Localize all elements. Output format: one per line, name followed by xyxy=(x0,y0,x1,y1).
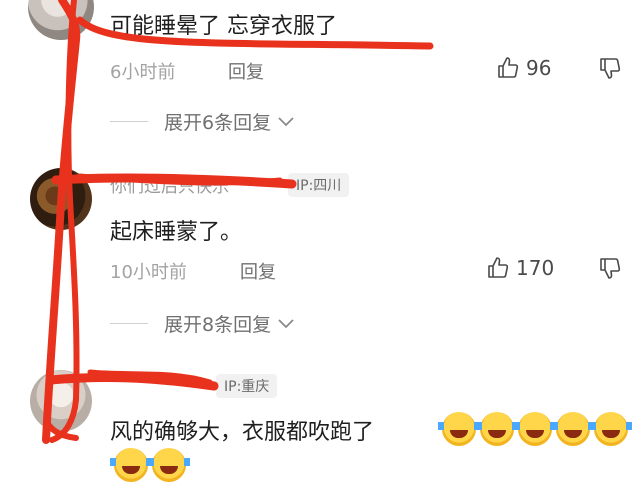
rolling-laugh-emoji xyxy=(438,412,480,446)
rolling-laugh-emoji xyxy=(552,412,594,446)
like-button[interactable]: 170 xyxy=(486,256,554,280)
username[interactable]: 你们过后只快乐 xyxy=(110,172,229,197)
reply-button[interactable]: 回复 xyxy=(228,58,264,84)
avatar[interactable] xyxy=(30,168,92,230)
ip-badge: IP:重庆 xyxy=(216,374,278,398)
thumb-up-icon xyxy=(496,56,520,80)
divider xyxy=(110,323,148,324)
thumb-down-icon xyxy=(598,256,622,280)
like-count: 170 xyxy=(516,256,555,280)
rolling-laugh-emoji xyxy=(148,448,190,482)
rolling-laugh-emoji xyxy=(514,412,556,446)
thumb-up-icon xyxy=(486,256,510,280)
dislike-button[interactable] xyxy=(598,256,622,280)
reply-button[interactable]: 回复 xyxy=(240,258,276,284)
like-button[interactable]: 96 xyxy=(496,56,551,80)
comment-time: 6小时前 xyxy=(110,62,176,83)
chevron-down-icon xyxy=(277,111,295,133)
emoji-row xyxy=(438,412,632,446)
divider xyxy=(110,121,148,122)
emoji-row xyxy=(110,448,190,482)
like-count: 96 xyxy=(526,56,552,80)
expand-label: 展开8条回复 xyxy=(164,314,272,336)
rolling-laugh-emoji xyxy=(476,412,518,446)
avatar[interactable] xyxy=(30,370,92,432)
expand-replies-button[interactable]: 展开6条回复 xyxy=(110,108,295,135)
thumb-down-icon xyxy=(598,56,622,80)
ip-badge: IP:四川 xyxy=(288,173,350,197)
dislike-button[interactable] xyxy=(598,56,622,80)
chevron-down-icon xyxy=(277,313,295,335)
rolling-laugh-emoji xyxy=(590,412,632,446)
comment-text: 可能睡晕了 忘穿衣服了 xyxy=(110,14,337,39)
avatar[interactable] xyxy=(28,0,94,40)
rolling-laugh-emoji xyxy=(110,448,152,482)
comment-time: 10小时前 xyxy=(110,262,187,283)
comment-text: 风的确够大，衣服都吹跑了 xyxy=(110,420,375,445)
comment-text: 起床睡蒙了。 xyxy=(110,220,243,245)
expand-label: 展开6条回复 xyxy=(164,112,272,134)
expand-replies-button[interactable]: 展开8条回复 xyxy=(110,310,295,337)
